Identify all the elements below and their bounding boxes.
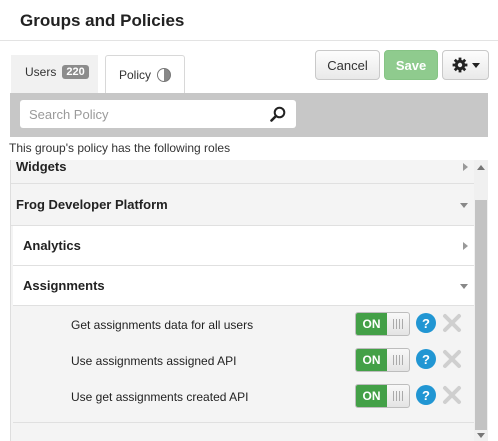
role-row: Use get assignments created API ON ?	[13, 378, 474, 414]
remove-icon[interactable]	[441, 384, 463, 406]
role-label: Use get assignments created API	[71, 390, 249, 404]
caret-down-icon	[471, 62, 480, 68]
help-icon[interactable]: ?	[416, 349, 436, 369]
section-assignments[interactable]: Assignments	[13, 266, 474, 306]
toggle-on-label: ON	[356, 385, 387, 407]
section-widgets[interactable]: Widgets	[11, 160, 474, 184]
role-row: Use assignments assigned API ON ?	[13, 342, 474, 378]
gear-icon	[452, 57, 467, 73]
section-label: Widgets	[16, 160, 67, 174]
tab-policy[interactable]: Policy	[105, 55, 185, 93]
section-label: Frog Developer Platform	[16, 197, 168, 212]
save-button[interactable]: Save	[384, 50, 438, 80]
role-toggle[interactable]: ON	[355, 348, 410, 372]
role-row: Get assignments data for all users ON ?	[13, 306, 474, 342]
cancel-button[interactable]: Cancel	[315, 50, 380, 80]
chevron-right-icon	[463, 162, 468, 171]
settings-menu-button[interactable]	[442, 50, 489, 80]
search-input[interactable]	[20, 100, 296, 128]
help-icon[interactable]: ?	[416, 313, 436, 333]
scroll-up-icon[interactable]	[477, 165, 485, 170]
roles-panel: Widgets Frog Developer Platform Analytic…	[10, 160, 474, 441]
toggle-on-label: ON	[356, 349, 387, 371]
remove-icon[interactable]	[441, 312, 463, 334]
half-circle-icon	[157, 67, 172, 82]
role-label: Use assignments assigned API	[71, 354, 237, 368]
help-icon[interactable]: ?	[416, 385, 436, 405]
policy-subtitle: This group's policy has the following ro…	[9, 141, 231, 155]
search-icon[interactable]	[270, 106, 286, 122]
search-bar	[10, 93, 488, 137]
section-label: Analytics	[23, 238, 81, 253]
scroll-thumb[interactable]	[475, 200, 487, 430]
header-divider	[0, 40, 498, 41]
scroll-down-icon[interactable]	[477, 433, 485, 438]
remove-icon[interactable]	[441, 348, 463, 370]
users-count-badge: 220	[62, 65, 89, 79]
tab-users-label: Users	[25, 65, 57, 79]
toggle-grip-icon	[393, 391, 405, 401]
chevron-right-icon	[463, 241, 468, 250]
role-toggle[interactable]: ON	[355, 312, 410, 336]
page-title: Groups and Policies	[20, 11, 185, 30]
section-frog-developer-platform[interactable]: Frog Developer Platform	[11, 184, 474, 226]
section-label: Assignments	[23, 278, 105, 293]
role-label: Get assignments data for all users	[71, 318, 254, 332]
section-analytics[interactable]: Analytics	[13, 226, 474, 266]
role-toggle[interactable]: ON	[355, 384, 410, 408]
toggle-on-label: ON	[356, 313, 387, 335]
tab-users[interactable]: Users 220	[11, 55, 98, 93]
chevron-down-icon	[460, 283, 468, 289]
tab-policy-label: Policy	[119, 67, 152, 82]
row-divider	[13, 422, 474, 423]
roles-scrollbar[interactable]	[474, 160, 488, 441]
chevron-down-icon	[460, 202, 468, 208]
toggle-grip-icon	[393, 355, 405, 365]
toggle-grip-icon	[393, 319, 405, 329]
